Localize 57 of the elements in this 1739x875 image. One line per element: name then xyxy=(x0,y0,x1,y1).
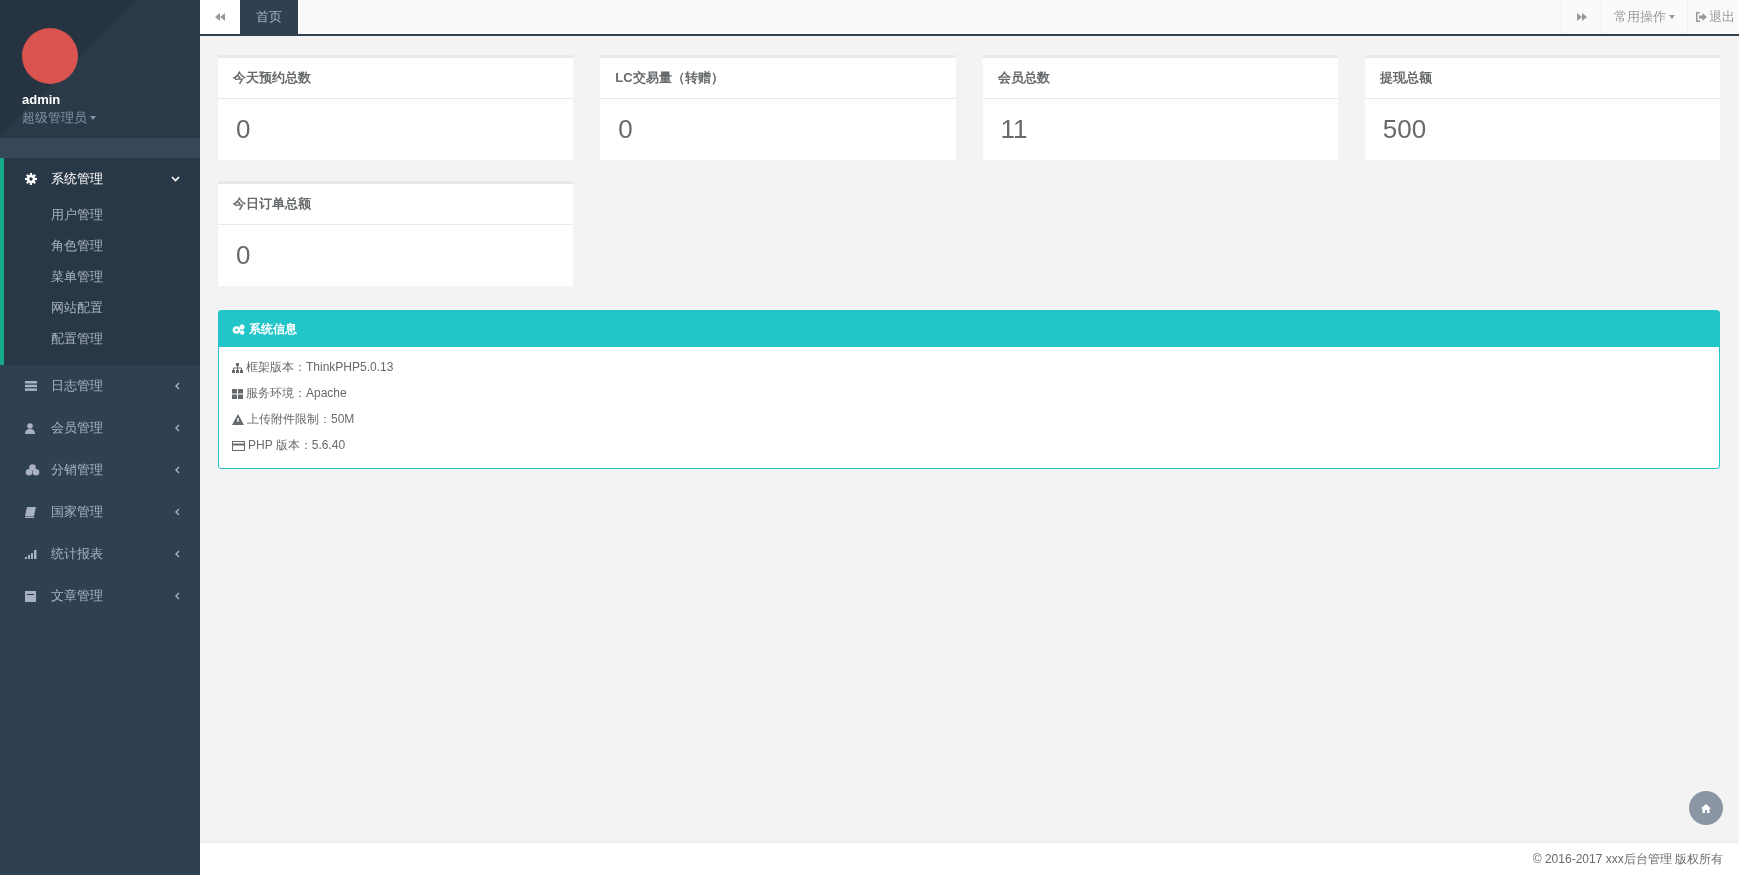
submenu-item[interactable]: 用户管理 xyxy=(4,200,103,231)
menu-item[interactable]: 系统管理 xyxy=(4,158,200,200)
home-button[interactable] xyxy=(1689,791,1723,825)
menu-item[interactable]: 会员管理 xyxy=(0,407,200,449)
sign-out-icon xyxy=(1696,12,1707,22)
chevron-left-icon xyxy=(175,508,180,516)
submenu-item[interactable]: 菜单管理 xyxy=(4,262,103,293)
info-text: 上传附件限制：50M xyxy=(247,411,355,428)
stat-value: 0 xyxy=(618,114,633,145)
info-text: PHP 版本：5.6.40 xyxy=(248,437,346,454)
chevron-left-icon xyxy=(175,382,180,390)
menu-item[interactable]: 文章管理 xyxy=(0,575,200,617)
menu-item[interactable]: 统计报表 xyxy=(0,533,200,575)
submenu-item[interactable]: 网站配置 xyxy=(4,293,103,324)
signal-icon xyxy=(25,549,38,559)
chevron-left-icon xyxy=(175,466,180,474)
home-icon xyxy=(1701,803,1711,813)
stat-value: 500 xyxy=(1382,114,1427,145)
chevron-left-icon xyxy=(175,592,180,600)
chevron-down-icon xyxy=(171,176,180,182)
submenu-item[interactable]: 配置管理 xyxy=(4,324,103,355)
menu-item[interactable]: 日志管理 xyxy=(0,365,200,407)
scroll-left-button[interactable] xyxy=(200,0,240,34)
card-title: 今日订单总额 xyxy=(233,195,311,213)
chevron-left-icon xyxy=(175,424,180,432)
card-title: LC交易量（转赠） xyxy=(615,69,724,87)
chevron-left-icon xyxy=(175,550,180,558)
role-dropdown[interactable]: 超级管理员 xyxy=(22,109,96,127)
submenu-item[interactable]: 角色管理 xyxy=(4,231,103,262)
gear-icon xyxy=(25,173,37,185)
stat-value: 11 xyxy=(1000,114,1028,145)
avatar-placeholder xyxy=(22,28,78,84)
double-chevron-right-icon xyxy=(1576,13,1587,21)
info-text: 框架版本：ThinkPHP5.0.13 xyxy=(246,359,394,376)
document-icon xyxy=(25,590,36,602)
page-tab[interactable]: 首页 xyxy=(240,0,298,34)
double-chevron-left-icon xyxy=(215,13,225,21)
credit-card-icon xyxy=(232,440,245,451)
cubes-icon xyxy=(25,464,40,476)
copyright-text: © 2016-2017 xxx后台管理 版权所有 xyxy=(1532,850,1723,868)
gears-icon xyxy=(232,323,245,335)
stat-value: 0 xyxy=(236,114,251,145)
stat-value: 0 xyxy=(236,240,251,271)
menu-item[interactable]: 分销管理 xyxy=(0,449,200,491)
card-title: 会员总数 xyxy=(997,69,1050,87)
user-icon xyxy=(25,422,35,434)
card-title: 提现总额 xyxy=(1379,69,1432,87)
list-icon xyxy=(25,381,37,391)
info-text: 服务环境：Apache xyxy=(246,385,347,402)
warning-icon xyxy=(232,414,244,425)
card-title: 今天预约总数 xyxy=(233,69,311,87)
book-icon xyxy=(25,506,36,518)
user-name: admin xyxy=(22,92,61,107)
panel-title: 系统信息 xyxy=(249,320,297,338)
windows-icon xyxy=(232,388,243,399)
menu-item[interactable]: 国家管理 xyxy=(0,491,200,533)
sitemap-icon xyxy=(232,362,243,373)
